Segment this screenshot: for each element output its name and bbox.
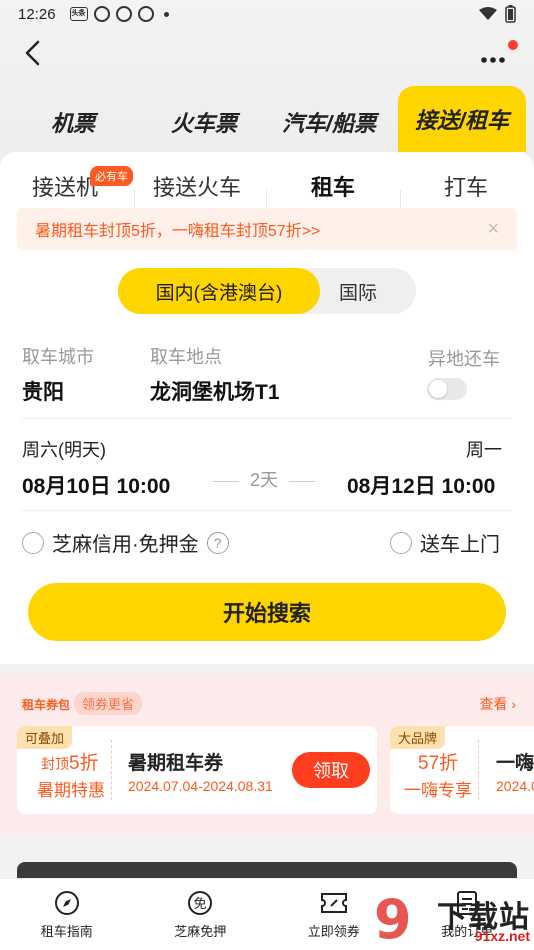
app-notification-icon: [93, 6, 110, 22]
delivery-radio[interactable]: [390, 531, 412, 554]
promo-banner[interactable]: 暑期租车封顶5折，一嗨租车封顶57折>> ×: [17, 208, 517, 250]
nav-label: 芝麻免押: [174, 924, 227, 939]
tab-train-tickets[interactable]: 火车票: [148, 92, 260, 152]
mian-icon: 免: [186, 889, 214, 917]
coupon-divider: [478, 740, 479, 800]
divider: [400, 190, 401, 208]
pickup-location-label: 取车地点: [150, 347, 222, 367]
battery-icon: [505, 5, 516, 23]
coupon-name: 暑期租车券: [128, 753, 224, 774]
nav-zhima-deposit-free[interactable]: 免 芝麻免押: [134, 879, 268, 950]
wifi-icon: [479, 7, 497, 20]
duration-line-left: [212, 480, 239, 482]
divider: [134, 190, 135, 208]
pickup-city-value[interactable]: 贵阳: [22, 376, 64, 406]
zhima-label: 芝麻信用·免押金: [52, 534, 199, 556]
notification-dot: [508, 40, 518, 50]
divider: [22, 510, 512, 511]
region-international-button[interactable]: 国际: [320, 268, 416, 314]
duration-line-right: [289, 480, 316, 482]
zhima-radio[interactable]: [22, 531, 44, 554]
watermark-logo-icon: 9: [374, 888, 412, 948]
return-different-toggle[interactable]: [427, 378, 467, 400]
sub-tabs: 接送机 接送火车 租车 打车: [0, 166, 534, 215]
app-notification-icon: [137, 6, 154, 22]
stackable-tag: 可叠加: [17, 726, 73, 749]
svg-text:免: 免: [194, 897, 207, 912]
coupon-prefix: 封顶: [41, 756, 69, 772]
coupon-subtitle: 一嗨专享: [404, 781, 472, 800]
coupon-subtitle: 暑期特惠: [37, 781, 105, 800]
nav-rental-guide[interactable]: 租车指南: [0, 879, 134, 950]
divider: [266, 190, 267, 208]
end-weekday: 周一: [466, 440, 502, 460]
subtab-taxi[interactable]: 打车: [444, 170, 488, 202]
guaranteed-car-badge: 必有车: [90, 166, 133, 186]
rental-card: 接送机 接送火车 租车 打车 必有车 暑期租车封顶5折，一嗨租车封顶57折>> …: [0, 152, 534, 664]
more-notifications-icon: [163, 11, 169, 17]
watermark-url: 91xz.net: [474, 928, 530, 944]
end-datetime[interactable]: 08月12日 10:00: [347, 470, 495, 500]
coupon-divider: [111, 740, 112, 800]
nav-label: 租车指南: [40, 924, 93, 939]
status-notification-icons: 头条: [69, 6, 169, 22]
return-different-label: 异地还车: [428, 349, 500, 369]
tab-flights[interactable]: 机票: [18, 92, 128, 152]
coupon-value: 57折: [418, 753, 459, 774]
tab-transfer-rental[interactable]: 接送/租车: [398, 86, 526, 152]
start-weekday: 周六(明天): [22, 440, 106, 460]
close-icon[interactable]: ×: [487, 218, 499, 241]
delivery-label: 送车上门: [420, 534, 500, 556]
coupon-value: 5折: [69, 753, 99, 774]
view-more-link[interactable]: 查看 ›: [479, 694, 516, 714]
watermark: 9 下载站 91xz.net: [364, 884, 534, 950]
status-bar: 12:26 头条: [0, 0, 534, 28]
big-brand-tag: 大品牌: [390, 726, 446, 749]
nav-label: 立即领券: [307, 924, 360, 939]
coupon-section-tag: 领券更省: [74, 692, 143, 715]
subtab-airport-transfer[interactable]: 接送机: [32, 170, 98, 202]
coupon-card[interactable]: 大品牌 57折 一嗨专享 一嗨 2024.0: [390, 726, 534, 814]
category-tabs: 机票 火车票 汽车/船票 接送/租车: [0, 86, 534, 152]
status-time: 12:26: [18, 5, 56, 23]
toggle-knob: [429, 380, 447, 398]
svg-text:9: 9: [374, 888, 412, 948]
start-search-button[interactable]: 开始搜索: [28, 583, 506, 641]
subtab-car-rental[interactable]: 租车: [311, 170, 355, 202]
help-icon[interactable]: ?: [206, 531, 229, 554]
start-datetime[interactable]: 08月10日 10:00: [22, 470, 170, 500]
coupon-date: 2024.0: [496, 778, 534, 794]
coupon-section-title: 租车券包: [22, 698, 71, 712]
compass-icon: [53, 889, 81, 917]
promo-text: 暑期租车封顶5折，一嗨租车封顶57折>>: [35, 223, 321, 240]
zhima-option[interactable]: 芝麻信用·免押金 ?: [22, 528, 229, 557]
status-right: [479, 5, 516, 23]
subtab-train-transfer[interactable]: 接送火车: [153, 170, 241, 202]
pickup-location-value[interactable]: 龙洞堡机场T1: [150, 376, 280, 406]
region-toggle: 国内(含港澳台) 国际: [118, 268, 416, 314]
top-nav: [0, 32, 534, 76]
app-notification-icon: [115, 6, 132, 22]
pickup-city-label: 取车城市: [22, 347, 94, 367]
coupon-discount: 封顶5折: [41, 748, 99, 775]
chevron-left-icon: [25, 40, 40, 66]
coupon-section: 租车券包 领券更省 查看 › 可叠加 封顶5折 暑期特惠 暑期租车券 2024.…: [0, 674, 534, 834]
tab-bus-ship[interactable]: 汽车/船票: [274, 92, 384, 152]
divider: [22, 418, 512, 419]
toutiao-icon: 头条: [69, 7, 88, 21]
rental-duration: 2天: [212, 466, 316, 492]
delivery-option[interactable]: 送车上门: [390, 528, 500, 557]
coupon-date: 2024.07.04-2024.08.31: [128, 778, 273, 794]
ticket-icon: [320, 889, 348, 917]
region-domestic-button[interactable]: 国内(含港澳台): [118, 268, 320, 314]
coupon-discount: 57折: [418, 748, 458, 775]
claim-button[interactable]: 领取: [292, 752, 370, 788]
duration-value: 2天: [249, 470, 278, 490]
back-button[interactable]: [20, 38, 50, 68]
coupon-name: 一嗨: [496, 753, 534, 774]
